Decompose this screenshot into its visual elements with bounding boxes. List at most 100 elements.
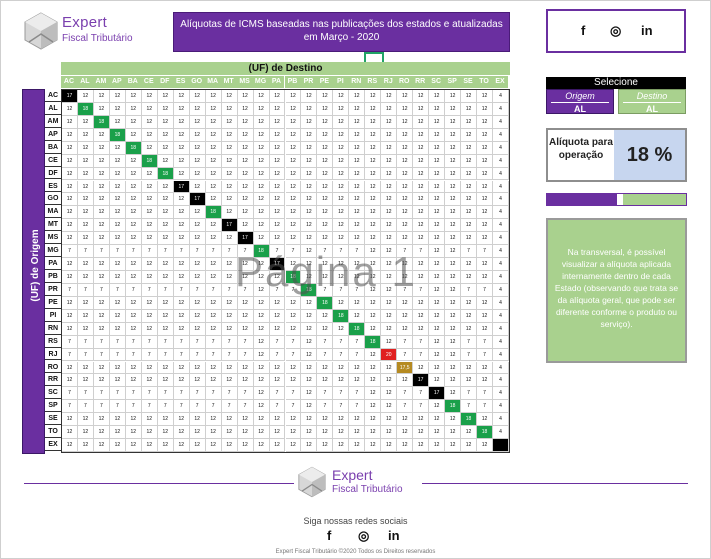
rate-cell: 12 — [77, 180, 94, 194]
rate-cell: 12 — [237, 102, 254, 116]
rate-cell: 12 — [349, 426, 366, 440]
rate-cell: 12 — [445, 232, 462, 246]
rate-cell: 12 — [253, 361, 270, 375]
rate-cell: 12 — [365, 296, 382, 310]
destino-value[interactable]: AL — [619, 103, 685, 115]
rate-cell: 12 — [93, 413, 110, 427]
rate-cell: 12 — [157, 271, 174, 284]
instagram-icon[interactable]: ◎ — [358, 528, 369, 544]
destination-header: (UF) de Destino — [61, 62, 510, 75]
rate-cell: 7 — [93, 283, 110, 297]
rate-cell: 12 — [365, 154, 382, 168]
rate-cell: 4 — [493, 219, 509, 233]
rate-cell: 4 — [493, 335, 509, 349]
orig-row-sc: SC — [45, 386, 61, 400]
rate-cell: 7 — [109, 283, 126, 297]
rate-cell: 12 — [301, 439, 318, 452]
facebook-icon[interactable]: f — [327, 528, 331, 543]
rate-cell: 12 — [109, 296, 126, 310]
facebook-icon[interactable]: f — [581, 23, 585, 38]
rate-cell: 12 — [237, 296, 254, 310]
cube-logo-icon — [298, 466, 326, 498]
rate-cell: 12 — [365, 387, 382, 401]
rate-cell: 4 — [493, 258, 509, 271]
rate-cell: 12 — [381, 426, 398, 440]
rate-cell: 12 — [125, 90, 142, 103]
rate-cell: 12 — [429, 232, 446, 246]
rate-cell: 12 — [269, 167, 286, 181]
rate-cell: 12 — [62, 219, 78, 233]
rate-cell: 12 — [157, 439, 174, 452]
rate-cell: 7 — [477, 283, 494, 297]
linkedin-icon[interactable]: in — [641, 23, 653, 38]
rate-cell: 12 — [253, 90, 270, 103]
rate-cell: 12 — [62, 413, 78, 427]
rate-cell: 12 — [413, 154, 430, 168]
rate-cell: 12 — [141, 128, 158, 142]
rate-cell: 12 — [333, 193, 350, 207]
rate-cell: 12 — [445, 115, 462, 129]
rate-cell: 12 — [429, 309, 446, 323]
dest-col-am: AM — [92, 76, 109, 88]
rate-cell: 12 — [62, 232, 78, 246]
rate-cell: 18 — [477, 426, 494, 440]
rate-cell: 12 — [173, 361, 190, 375]
rate-cell: 7 — [77, 400, 94, 414]
rate-cell: 12 — [253, 413, 270, 427]
rate-cell: 12 — [62, 154, 78, 168]
rate-cell: 12 — [317, 219, 334, 233]
linkedin-icon[interactable]: in — [388, 528, 400, 543]
rate-cell: 12 — [253, 309, 270, 323]
rate-cell: 12 — [301, 413, 318, 427]
rate-cell: 7 — [125, 400, 142, 414]
dest-col-ms: MS — [236, 76, 253, 88]
rate-cell: 12 — [429, 180, 446, 194]
orig-row-rj: RJ — [45, 348, 61, 361]
rate-cell: 12 — [157, 115, 174, 129]
rate-cell: 12 — [205, 439, 222, 452]
rate-cell: 12 — [189, 154, 206, 168]
rate-cell: 12 — [173, 439, 190, 452]
rate-cell: 12 — [93, 167, 110, 181]
rate-cell: 12 — [429, 102, 446, 116]
footer-logo[interactable]: Expert Fiscal Tributário — [298, 465, 418, 505]
rate-cell: 7 — [461, 245, 478, 259]
rate-cell: 12 — [269, 309, 286, 323]
rate-cell: 7 — [413, 348, 430, 362]
rate-cell: 12 — [413, 296, 430, 310]
rate-cell: 12 — [157, 128, 174, 142]
progress-fill-origem — [547, 194, 617, 205]
rate-cell: 12 — [237, 439, 254, 452]
rate-cell: 7 — [237, 387, 254, 401]
rate-cell: 12 — [189, 296, 206, 310]
rate-cell: 12 — [62, 180, 78, 194]
rate-cell: 12 — [349, 154, 366, 168]
rate-cell: 12 — [221, 374, 238, 388]
orig-row-df: DF — [45, 167, 61, 180]
rate-cell: 12 — [125, 426, 142, 440]
rate-cell: 12 — [285, 128, 302, 142]
rate-cell: 12 — [301, 141, 318, 155]
instagram-icon[interactable]: ◎ — [610, 23, 621, 39]
rate-cell: 12 — [253, 128, 270, 142]
origem-selector[interactable]: Origem AL — [546, 89, 614, 114]
rate-cell: 12 — [285, 206, 302, 220]
rate-cell: 12 — [237, 180, 254, 194]
rate-cell: 12 — [189, 90, 206, 103]
rate-cell: 12 — [253, 115, 270, 129]
rate-cell: 12 — [429, 283, 446, 297]
rate-cell: 7 — [77, 387, 94, 401]
rate-cell: 12 — [349, 413, 366, 427]
rate-cell: 12 — [349, 180, 366, 194]
rate-cell: 12 — [253, 400, 270, 414]
rate-cell: 12 — [317, 167, 334, 181]
rate-cell: 12 — [237, 128, 254, 142]
rate-cell: 12 — [173, 322, 190, 336]
orig-row-rr: RR — [45, 373, 61, 387]
rate-cell: 12 — [445, 219, 462, 233]
origem-value[interactable]: AL — [547, 103, 613, 115]
rate-cell: 12 — [189, 206, 206, 220]
destino-selector[interactable]: Destino AL — [618, 89, 686, 114]
expert-logo[interactable]: Expert Fiscal Tributário — [24, 12, 164, 52]
rate-cell: 12 — [221, 115, 238, 129]
